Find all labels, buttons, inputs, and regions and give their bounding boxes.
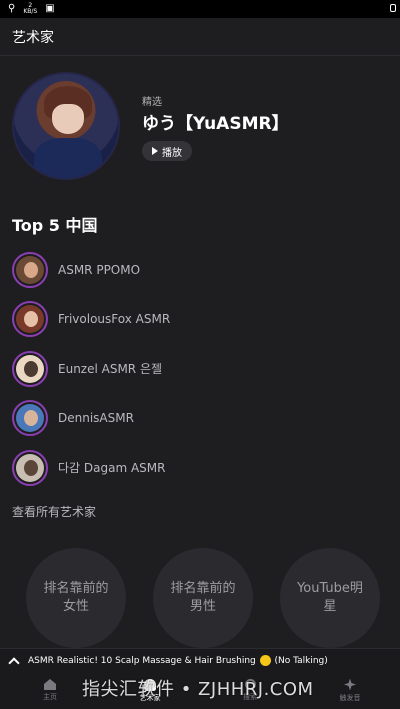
chevron-up-icon[interactable] xyxy=(8,656,20,669)
nav-item-search[interactable]: 搜索 xyxy=(200,672,300,709)
artist-avatar xyxy=(12,350,48,387)
list-item[interactable]: FrivolousFox ASMR xyxy=(12,295,392,345)
featured-artist-avatar[interactable] xyxy=(12,72,120,180)
artist-icon xyxy=(144,678,156,691)
top5-list: ASMR PPOMO FrivolousFox ASMR Eunzel ASMR… xyxy=(12,245,392,493)
featured-artist[interactable]: 精选 ゆう【YuASMR】 播放 xyxy=(12,72,392,182)
list-item[interactable]: DennisASMR xyxy=(12,394,392,444)
artist-avatar xyxy=(12,301,48,338)
now-playing-title-suffix: (No Talking) xyxy=(274,656,328,666)
now-playing-title-main: ASMR Realistic! 10 Scalp Massage & Hair … xyxy=(28,656,256,666)
battery-icon xyxy=(390,4,396,12)
nav-item-artists[interactable]: 艺术家 xyxy=(100,672,200,709)
list-item[interactable]: ASMR PPOMO xyxy=(12,245,392,295)
status-bar: ⚲ 2 KB/S ▣ xyxy=(0,0,400,18)
play-button-label: 播放 xyxy=(162,147,182,159)
avatar-face xyxy=(52,104,84,134)
list-item[interactable]: Eunzel ASMR 은젤 xyxy=(12,344,392,394)
nav-item-triggers[interactable]: 触发音 xyxy=(300,672,400,709)
top5-title: Top 5 中国 xyxy=(12,216,98,235)
network-speed: 2 KB/S xyxy=(23,3,37,15)
app-header: 艺术家 xyxy=(0,18,400,56)
featured-label: 精选 xyxy=(142,97,162,108)
nav-label: 触发音 xyxy=(339,693,361,702)
now-playing-title: ASMR Realistic! 10 Scalp Massage & Hair … xyxy=(28,655,328,666)
artist-name: FrivolousFox ASMR xyxy=(58,312,171,327)
play-icon xyxy=(152,147,158,155)
page-title: 艺术家 xyxy=(12,29,54,46)
artist-name: 다감 Dagam ASMR xyxy=(58,461,166,476)
network-speed-unit: KB/S xyxy=(23,8,38,15)
category-top-female[interactable]: 排名靠前的女性 xyxy=(26,548,126,648)
featured-artist-name[interactable]: ゆう【YuASMR】 xyxy=(142,109,289,134)
mini-player[interactable]: ASMR Realistic! 10 Scalp Massage & Hair … xyxy=(0,648,400,672)
nav-label: 主页 xyxy=(43,693,57,701)
nav-label: 搜索 xyxy=(243,693,257,701)
nav-label: 艺术家 xyxy=(139,693,161,702)
play-button[interactable]: 播放 xyxy=(142,141,192,161)
artist-name: DennisASMR xyxy=(58,411,134,426)
bottom-nav: 主页 艺术家 搜索 触发音 xyxy=(0,672,400,709)
signal-icon: ⚲ xyxy=(8,3,16,14)
image-icon: ▣ xyxy=(45,3,55,14)
avatar-body xyxy=(34,138,102,178)
screen: ⚲ 2 KB/S ▣ 艺术家 精选 ゆう【YuASMR】 播放 Top 5 中国 xyxy=(0,0,400,709)
search-icon xyxy=(244,679,256,690)
category-top-male[interactable]: 排名靠前的男性 xyxy=(153,548,253,648)
sparkle-icon xyxy=(344,678,356,691)
list-item[interactable]: 다감 Dagam ASMR xyxy=(12,443,392,493)
emoji-icon xyxy=(259,655,271,666)
artist-avatar xyxy=(12,251,48,288)
artist-avatar xyxy=(12,400,48,437)
see-all-artists-link[interactable]: 查看所有艺术家 xyxy=(12,503,96,520)
home-icon xyxy=(44,679,56,690)
nav-item-home[interactable]: 主页 xyxy=(0,672,100,709)
artist-avatar xyxy=(12,449,48,486)
category-youtube-stars[interactable]: YouTube明星 xyxy=(280,548,380,648)
artist-name: ASMR PPOMO xyxy=(58,262,141,277)
artist-name: Eunzel ASMR 은젤 xyxy=(58,362,163,377)
